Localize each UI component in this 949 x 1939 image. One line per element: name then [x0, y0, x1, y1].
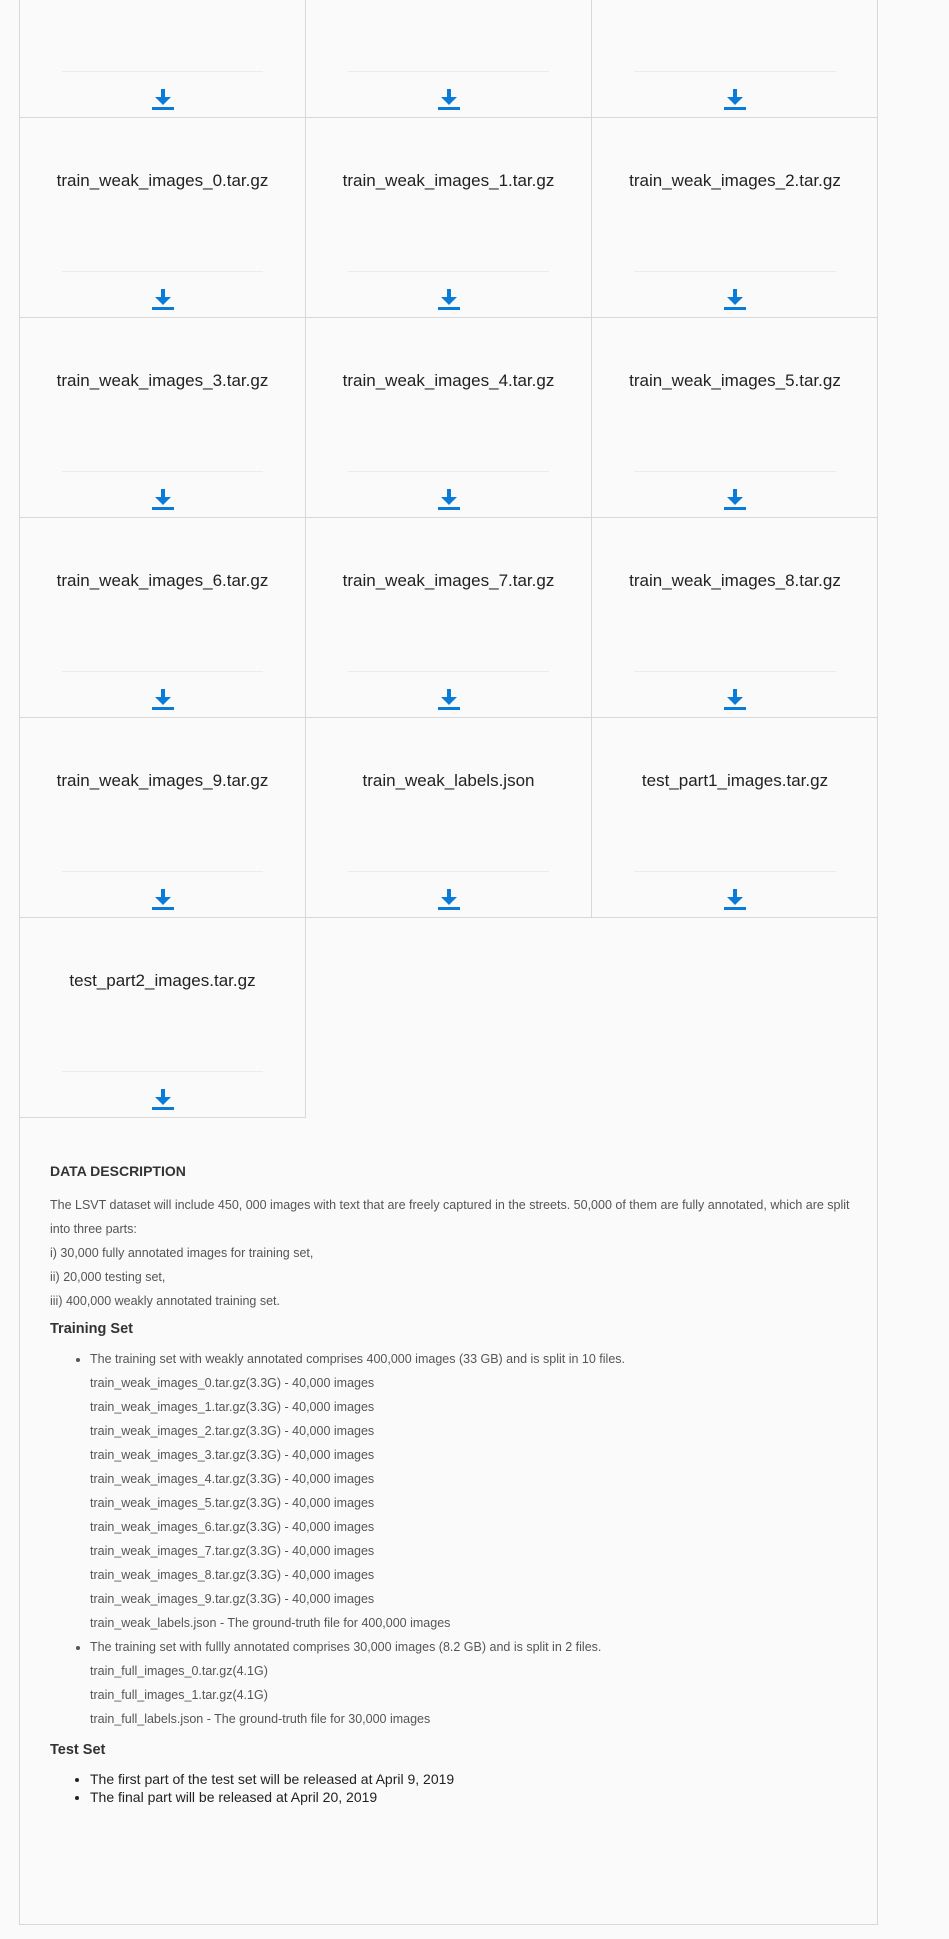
download-icon[interactable]: [437, 287, 461, 311]
tile-divider: [348, 671, 549, 672]
download-icon[interactable]: [151, 1087, 175, 1111]
weak-file-entry: train_weak_images_7.tar.gz(3.3G) - 40,00…: [90, 1544, 375, 1558]
download-icon[interactable]: [723, 487, 747, 511]
weak-set-item: The training set with weakly annotated c…: [90, 1347, 850, 1635]
tile-divider: [62, 71, 263, 72]
weak-file-entry: train_weak_images_6.tar.gz(3.3G) - 40,00…: [90, 1520, 375, 1534]
download-icon[interactable]: [723, 687, 747, 711]
download-icon[interactable]: [723, 887, 747, 911]
download-icon[interactable]: [151, 887, 175, 911]
file-tile: train_weak_images_1.tar.gz: [306, 118, 592, 318]
download-icon[interactable]: [151, 687, 175, 711]
data-description: DATA DESCRIPTION The LSVT dataset will i…: [50, 1163, 850, 1806]
tile-divider: [62, 871, 263, 872]
file-tile: train_weak_images_2.tar.gz: [592, 118, 878, 318]
download-icon[interactable]: [437, 887, 461, 911]
test-item: The first part of the test set will be r…: [90, 1770, 850, 1788]
file-name: test_part2_images.tar.gz: [69, 971, 256, 990]
full-set-item: The training set with fullly annotated c…: [90, 1635, 850, 1731]
file-tile: train_weak_images_5.tar.gz: [592, 318, 878, 518]
dataset-panel: train_weak_images_0.tar.gz train_weak_ima…: [19, 0, 878, 1925]
file-name: train_weak_labels.json: [362, 771, 535, 790]
file-tile: train_weak_images_4.tar.gz: [306, 318, 592, 518]
download-icon[interactable]: [151, 87, 175, 111]
file-tile: train_weak_images_9.tar.gz: [20, 718, 306, 918]
tile-divider: [62, 271, 263, 272]
download-icon[interactable]: [723, 87, 747, 111]
weak-set-intro: The training set with weakly annotated c…: [90, 1352, 625, 1366]
tile-divider: [348, 71, 549, 72]
description-heading: DATA DESCRIPTION: [50, 1163, 186, 1179]
file-tile: train_weak_images_3.tar.gz: [20, 318, 306, 518]
weak-file-entry: train_weak_images_8.tar.gz(3.3G) - 40,00…: [90, 1568, 375, 1582]
download-icon[interactable]: [723, 287, 747, 311]
download-icon[interactable]: [437, 687, 461, 711]
part-line: iii) 400,000 weakly annotated training s…: [50, 1294, 281, 1308]
file-tile: [592, 0, 878, 118]
full-file-list: train_full_images_0.tar.gz(4.1G) train_fu…: [90, 1659, 850, 1731]
part-line: ii) 20,000 testing set,: [50, 1270, 166, 1284]
full-file-entry: train_full_labels.json - The ground-trut…: [90, 1712, 431, 1726]
weak-file-entry: train_weak_images_9.tar.gz(3.3G) - 40,00…: [90, 1592, 375, 1606]
weak-file-entry: train_weak_images_5.tar.gz(3.3G) - 40,00…: [90, 1496, 375, 1510]
weak-file-list: train_weak_images_0.tar.gz(3.3G) - 40,00…: [90, 1371, 850, 1635]
file-tile: train_weak_images_7.tar.gz: [306, 518, 592, 718]
tile-divider: [62, 671, 263, 672]
tile-divider: [348, 271, 549, 272]
file-name: train_weak_images_1.tar.gz: [342, 171, 555, 190]
tile-divider: [634, 271, 836, 272]
description-intro: The LSVT dataset will include 450, 000 i…: [50, 1198, 850, 1236]
tile-divider: [62, 1071, 263, 1072]
file-name: train_weak_images_5.tar.gz: [629, 371, 841, 390]
file-tile: [20, 0, 306, 118]
file-name: train_weak_images_3.tar.gz: [56, 371, 269, 390]
file-name: train_weak_images_4.tar.gz: [342, 371, 555, 390]
full-file-entry: train_full_images_1.tar.gz(4.1G): [90, 1688, 268, 1702]
weak-file-entry: train_weak_images_2.tar.gz(3.3G) - 40,00…: [90, 1424, 375, 1438]
file-tile: test_part1_images.tar.gz: [592, 718, 878, 918]
tile-divider: [62, 471, 263, 472]
full-set-intro: The training set with fullly annotated c…: [90, 1640, 602, 1654]
file-name: train_weak_images_9.tar.gz: [56, 771, 269, 790]
tile-divider: [634, 871, 836, 872]
file-tile: train_weak_images_0.tar.gz: [20, 118, 306, 318]
file-tile: train_weak_labels.json: [306, 718, 592, 918]
part-line: i) 30,000 fully annotated images for tra…: [50, 1246, 314, 1260]
tile-divider: [634, 471, 836, 472]
training-list: The training set with weakly annotated c…: [50, 1347, 850, 1731]
test-item: The final part will be released at April…: [90, 1788, 850, 1806]
download-icon[interactable]: [437, 487, 461, 511]
full-file-entry: train_full_images_0.tar.gz(4.1G): [90, 1664, 268, 1678]
weak-file-entry: train_weak_images_1.tar.gz(3.3G) - 40,00…: [90, 1400, 375, 1414]
file-tile: test_part2_images.tar.gz: [20, 918, 306, 1118]
download-icon[interactable]: [151, 487, 175, 511]
weak-file-entry: train_weak_images_0.tar.gz(3.3G) - 40,00…: [90, 1376, 375, 1390]
file-name: train_weak_images_7.tar.gz: [342, 571, 555, 590]
file-tile: [306, 0, 592, 118]
weak-file-entry: train_weak_images_3.tar.gz(3.3G) - 40,00…: [90, 1448, 375, 1462]
test-list: The first part of the test set will be r…: [50, 1770, 850, 1806]
weak-file-entry: train_weak_images_4.tar.gz(3.3G) - 40,00…: [90, 1472, 375, 1486]
file-name: test_part1_images.tar.gz: [641, 771, 829, 790]
file-tile: train_weak_images_6.tar.gz: [20, 518, 306, 718]
tile-divider: [348, 871, 549, 872]
file-name: train_weak_images_8.tar.gz: [629, 571, 841, 590]
download-icon[interactable]: [151, 287, 175, 311]
file-name: train_weak_images_6.tar.gz: [56, 571, 269, 590]
tile-divider: [634, 71, 836, 72]
training-set-heading: Training Set: [50, 1321, 133, 1337]
weak-file-entry: train_weak_labels.json - The ground-trut…: [90, 1616, 451, 1630]
download-icon[interactable]: [437, 87, 461, 111]
tile-divider: [348, 471, 549, 472]
test-set-heading: Test Set: [50, 1742, 106, 1758]
tile-divider: [634, 671, 836, 672]
file-tile: train_weak_images_8.tar.gz: [592, 518, 878, 718]
file-name: train_weak_images_0.tar.gz: [56, 171, 269, 190]
file-name: train_weak_images_2.tar.gz: [629, 171, 841, 190]
